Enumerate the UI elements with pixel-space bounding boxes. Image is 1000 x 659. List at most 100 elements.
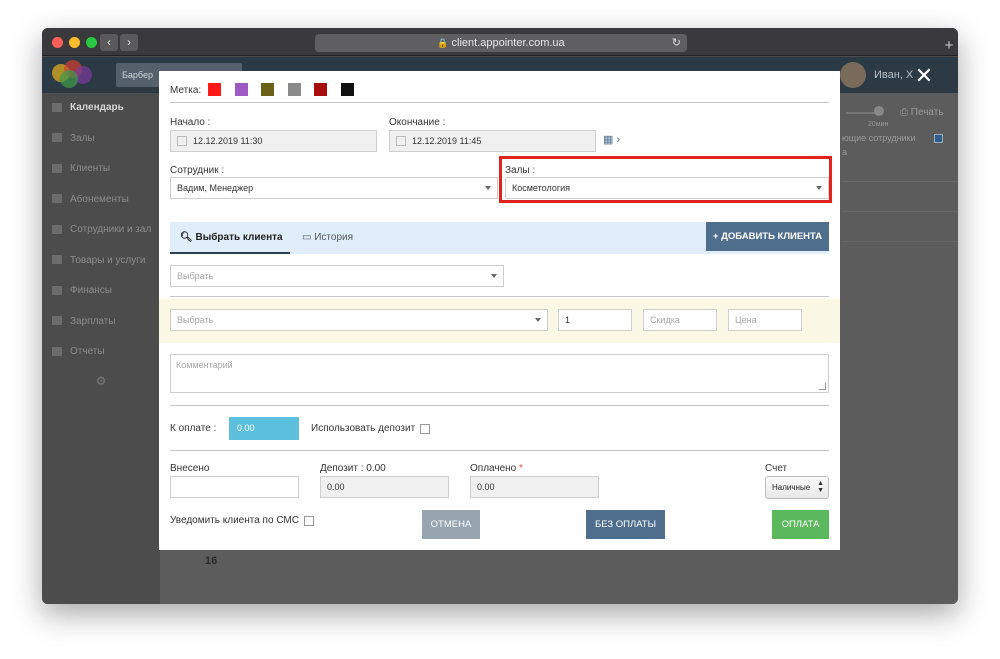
deposit-field: 0.00 [320, 476, 449, 498]
menu-icon [52, 194, 62, 204]
no-payment-button[interactable]: БЕЗ ОПЛАТЫ [586, 510, 665, 539]
menu-icon [52, 163, 62, 173]
sidebar-item-label: Товары и услуги [70, 254, 146, 266]
calendar-picker-icon[interactable]: ▦ › [603, 133, 620, 146]
id-card-icon: ▭ [302, 232, 315, 243]
sidebar-item-label: Сотрудники и зал [70, 224, 152, 235]
quantity-input[interactable]: 1 [558, 309, 632, 331]
end-label: Окончание : [389, 117, 446, 128]
back-button[interactable]: ‹ [100, 34, 118, 51]
chevron-down-icon [491, 274, 497, 278]
account-label: Счет [765, 463, 788, 474]
cancel-button[interactable]: ОТМЕНА [422, 510, 480, 539]
start-label: Начало : [170, 117, 211, 128]
tag-label: Метка: [170, 85, 202, 96]
sidebar-item[interactable]: Сотрудники и зал [42, 215, 160, 246]
employee-select[interactable]: Вадим, Менеджер [170, 177, 498, 199]
sidebar-item-label: Зарплаты [70, 315, 116, 327]
divider [170, 450, 829, 451]
plus-icon: + [712, 231, 722, 242]
halls-highlight-box [499, 156, 832, 203]
zoom-slider-knob[interactable] [874, 106, 884, 116]
menu-icon [52, 346, 62, 356]
sidebar-item[interactable]: Клиенты [42, 154, 160, 185]
use-deposit-checkbox[interactable] [420, 424, 430, 434]
sidebar-item[interactable]: Товары и услуги [42, 246, 160, 277]
forward-button[interactable]: › [120, 34, 138, 51]
color-swatch[interactable] [208, 83, 221, 96]
sidebar-item-label: Отчеты [70, 346, 105, 357]
maximize-window-button[interactable] [86, 37, 97, 48]
chevron-right-icon: › [127, 35, 131, 49]
avatar [840, 62, 866, 88]
sidebar-item[interactable]: Зарплаты [42, 307, 160, 338]
tab-select-client[interactable]: 🔍︎ Выбрать клиента [170, 222, 290, 254]
sidebar-item[interactable]: Залы [42, 124, 160, 155]
staff-toggle-checkbox[interactable] [934, 134, 943, 143]
chevron-down-icon [485, 186, 491, 190]
notify-sms-label: Уведомить клиента по СМС [170, 515, 299, 526]
user-name: Иван, Х [874, 69, 914, 81]
menu-icon [52, 224, 62, 234]
paid-field: 0.00 [470, 476, 599, 498]
close-window-button[interactable] [52, 37, 63, 48]
close-icon: ✕ [914, 63, 934, 88]
menu-icon [52, 102, 62, 112]
price-input[interactable]: Цена [728, 309, 802, 331]
calendar-icon [396, 135, 406, 146]
search-icon: 🔍︎ [180, 232, 196, 243]
account-select[interactable]: Наличные ▲ ▼ [765, 476, 829, 499]
sidebar-item[interactable]: Абонементы [42, 185, 160, 216]
plus-icon: + [944, 37, 954, 54]
start-datetime-field[interactable]: 12.12.2019 11:30 [170, 130, 377, 152]
use-deposit-label: Использовать депозит [311, 423, 416, 434]
menu-icon [52, 133, 62, 143]
staff-suffix: а [842, 147, 848, 157]
address-bar[interactable]: 🔒 client.appointer.com.ua ↻ [315, 34, 687, 52]
deposit-label: Депозит : 0.00 [320, 463, 386, 474]
divider [170, 102, 829, 103]
sidebar-item-label: Календарь [70, 102, 124, 113]
color-swatch[interactable] [314, 83, 327, 96]
pay-button[interactable]: ОПЛАТА [772, 510, 829, 539]
reload-icon[interactable]: ↻ [672, 34, 681, 52]
sidebar-item-label: Клиенты [70, 163, 111, 174]
minimize-window-button[interactable] [69, 37, 80, 48]
url-text: client.appointer.com.ua [451, 37, 565, 49]
to-pay-value: 0.00 [229, 417, 299, 440]
sidebar-item[interactable]: Финансы [42, 276, 160, 307]
paid-label: Оплачено * [470, 463, 523, 474]
close-modal-button[interactable]: ✕ [913, 63, 935, 88]
menu-icon [52, 255, 62, 265]
tab-history[interactable]: ▭ История [302, 222, 353, 254]
add-client-button[interactable]: + ДОБАВИТЬ КЛИЕНТА [706, 222, 829, 251]
sidebar-item-label: Залы [70, 132, 95, 144]
sidebar-item[interactable]: Календарь [42, 93, 160, 124]
print-button[interactable]: ⎙ Печать [900, 107, 944, 118]
comment-textarea[interactable]: Комментарий [170, 354, 829, 393]
gear-icon[interactable]: ⚙ [42, 374, 160, 388]
color-swatch[interactable] [341, 83, 354, 96]
end-datetime-field[interactable]: 12.12.2019 11:45 [389, 130, 596, 152]
app-logo [50, 60, 98, 90]
browser-titlebar: ‹ › 🔒 client.appointer.com.ua ↻ + [42, 28, 958, 56]
staff-toggle-label: ющие сотрудники [842, 133, 916, 143]
calendar-day-number: 16 [205, 555, 218, 567]
new-tab-button[interactable]: + [940, 37, 958, 55]
color-swatch[interactable] [288, 83, 301, 96]
divider [170, 296, 829, 297]
service-select[interactable]: Выбрать [170, 309, 548, 331]
sidebar-item-label: Финансы [70, 285, 112, 296]
color-swatch[interactable] [235, 83, 248, 96]
calendar-controls: 20мин ⎙ Печать ющие сотрудники а [842, 93, 958, 604]
sidebar: Календарь Залы Клиенты Абонементы Сотрудники… [42, 93, 160, 604]
sidebar-item[interactable]: Отчеты [42, 337, 160, 368]
discount-input[interactable]: Скидка [643, 309, 717, 331]
paid-in-input[interactable] [170, 476, 299, 498]
color-swatch[interactable] [261, 83, 274, 96]
notify-sms-checkbox[interactable] [304, 516, 314, 526]
divider [842, 241, 958, 242]
client-select[interactable]: Выбрать [170, 265, 504, 287]
resize-handle[interactable] [819, 383, 826, 390]
to-pay-label: К оплате : [170, 423, 217, 434]
